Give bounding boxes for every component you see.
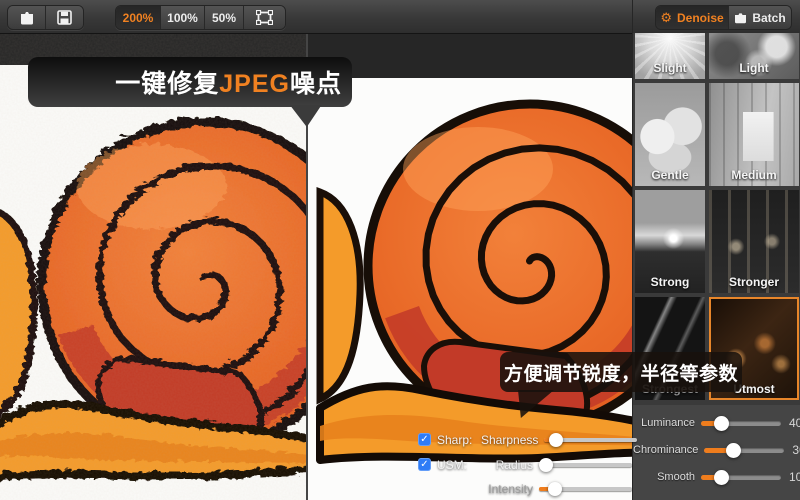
sharp-checkbox-label: Sharp: <box>437 432 473 447</box>
fit-to-screen-button[interactable] <box>244 6 285 29</box>
zoom-50-button[interactable]: 50% <box>205 6 244 29</box>
tab-batch-label: Batch <box>752 10 786 25</box>
preset-stronger[interactable]: Stronger <box>709 190 799 293</box>
save-button[interactable] <box>46 6 83 29</box>
preset-gentle[interactable]: Gentle <box>635 83 705 186</box>
chrominance-label: Chrominance <box>633 444 699 456</box>
zoom-200-button[interactable]: 200% <box>116 6 161 29</box>
sidebar-tabbar: ⚙ Denoise Batch <box>633 0 800 34</box>
intensity-slider-knob[interactable] <box>547 481 562 496</box>
smooth-label: Smooth <box>657 471 695 483</box>
preset-slight-label: Slight <box>653 61 687 75</box>
sharpness-slider[interactable] <box>544 432 638 447</box>
zoom-button-group: 200% 100% 50% <box>115 5 286 30</box>
chrominance-slider[interactable] <box>704 442 785 458</box>
smooth-slider-knob[interactable] <box>713 469 729 485</box>
zoom-100-button[interactable]: 100% <box>161 6 205 29</box>
preset-list: Slight Light Gentle Medium Strong Strong… <box>633 33 800 405</box>
smooth-value: 10 <box>789 470 800 484</box>
usm-checkbox[interactable]: ✓ <box>418 458 431 471</box>
luminance-value: 40 <box>789 416 800 430</box>
save-icon <box>57 10 72 25</box>
chrominance-value: 30 <box>792 443 800 457</box>
intensity-label: Intensity <box>488 481 533 496</box>
radius-slider[interactable] <box>539 457 632 472</box>
preset-strong-label: Strong <box>650 275 690 289</box>
luminance-slider[interactable] <box>701 415 781 431</box>
preset-strong[interactable]: Strong <box>635 190 705 293</box>
chrominance-slider-knob[interactable] <box>726 442 742 458</box>
app-window: { "toolbar": { "zoom_levels": [ {"label"… <box>0 0 800 500</box>
sharpness-slider-knob[interactable] <box>548 432 563 447</box>
usm-checkbox-label: USM: <box>437 457 467 472</box>
tab-batch[interactable]: Batch <box>728 6 791 29</box>
radius-label: Radius <box>495 457 533 472</box>
preset-medium[interactable]: Medium <box>709 83 799 186</box>
intensity-row: Intensity <box>418 481 632 496</box>
luminance-slider-knob[interactable] <box>713 415 729 431</box>
tooltip-adjust-text: 方便调节锐度，半径等参数 <box>503 363 738 385</box>
intensity-slider[interactable] <box>539 481 632 496</box>
file-button-group <box>7 5 84 30</box>
tooltip-adjust-params: 方便调节锐度，半径等参数 <box>500 352 742 392</box>
preset-light-label: Light <box>739 61 769 75</box>
preset-medium-label: Medium <box>731 168 777 182</box>
fit-to-screen-icon <box>256 10 273 25</box>
tooltip-repair-jpeg: 一键修复JPEG噪点 <box>28 57 352 107</box>
open-file-button[interactable] <box>8 6 46 29</box>
sharp-checkbox[interactable]: ✓ <box>418 433 431 446</box>
tooltip-repair-text: 一键修复JPEG噪点 <box>115 70 342 98</box>
preset-light[interactable]: Light <box>709 33 799 79</box>
batch-folder-icon <box>735 12 747 23</box>
mode-tabs: ⚙ Denoise Batch <box>655 5 792 30</box>
open-file-icon <box>20 12 33 25</box>
gear-icon: ⚙ <box>660 10 672 25</box>
tab-denoise[interactable]: ⚙ Denoise <box>656 6 728 29</box>
preset-stronger-label: Stronger <box>728 275 779 289</box>
smooth-row: Smooth 10 <box>633 469 800 485</box>
sharp-row: ✓ Sharp: Sharpness <box>418 432 638 447</box>
usm-row: ✓ USM: Radius <box>418 457 632 472</box>
preset-slight[interactable]: Slight <box>635 33 705 79</box>
tab-denoise-label: Denoise <box>676 10 724 25</box>
luminance-row: Luminance 40 <box>633 415 800 431</box>
sidebar: ⚙ Denoise Batch Slight Light Gentle Medi… <box>632 0 800 500</box>
chrominance-row: Chrominance 30 <box>633 442 800 458</box>
preset-gentle-label: Gentle <box>651 168 689 182</box>
smooth-slider[interactable] <box>701 469 781 485</box>
sharpness-label: Sharpness <box>481 432 539 447</box>
luminance-label: Luminance <box>641 417 695 429</box>
radius-slider-knob[interactable] <box>539 457 554 472</box>
